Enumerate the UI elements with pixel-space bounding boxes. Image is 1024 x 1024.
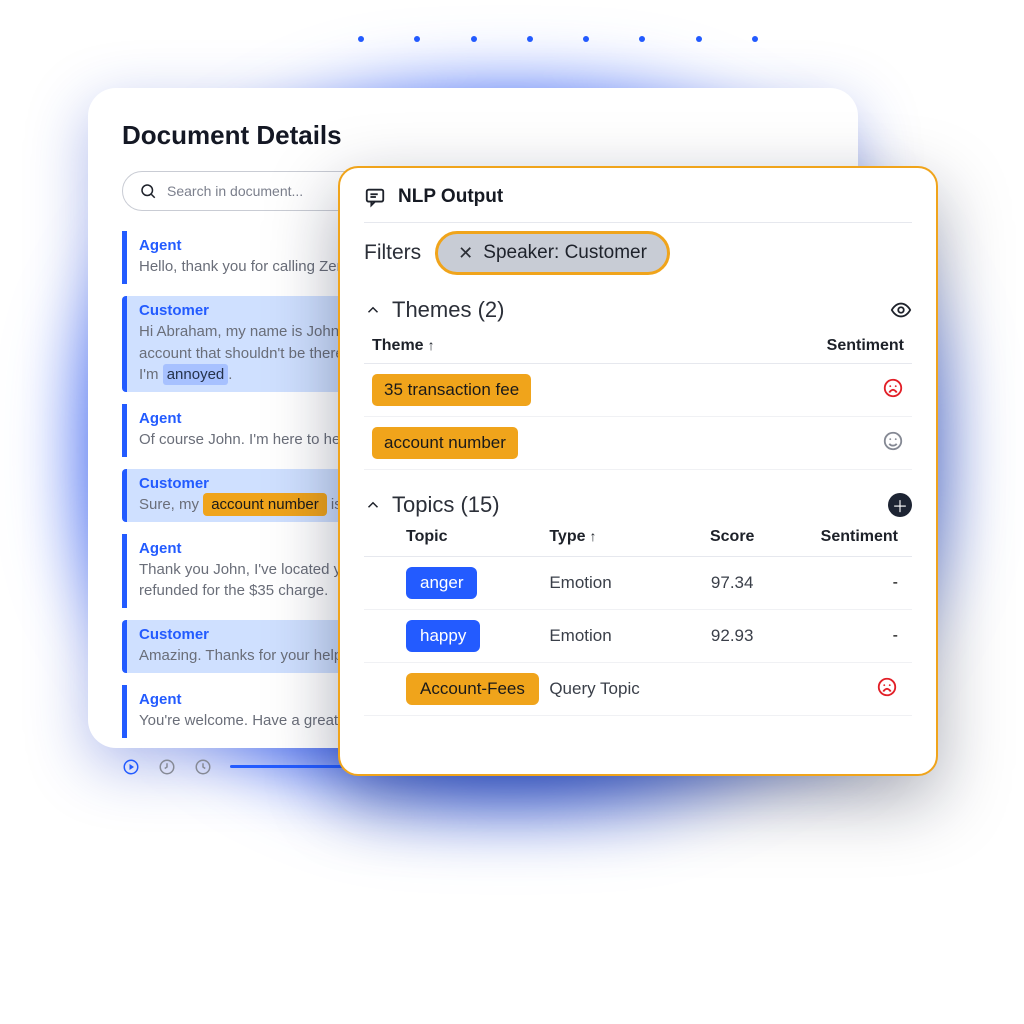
topic-sentiment: - [782, 574, 904, 592]
col-sentiment-header: Sentiment [782, 528, 904, 546]
themes-title: Themes (2) [392, 297, 504, 323]
topics-title: Topics (15) [392, 492, 500, 518]
sad-face-icon [876, 676, 898, 698]
col-sentiment-header: Sentiment [827, 337, 904, 355]
topics-toggle[interactable]: Topics (15) [364, 492, 500, 518]
highlighted-term: account number [203, 493, 327, 516]
topic-sentiment: - [782, 627, 904, 645]
sort-asc-icon: ↑ [589, 528, 596, 544]
topic-chip[interactable]: anger [406, 567, 477, 599]
search-icon [139, 182, 157, 200]
topic-chip[interactable]: happy [406, 620, 480, 652]
col-topic-header: Topic [372, 528, 549, 546]
theme-sentiment [882, 377, 904, 404]
col-score-header: Score [682, 528, 782, 546]
sad-face-icon [882, 377, 904, 399]
theme-chip[interactable]: account number [372, 427, 518, 459]
col-theme-header[interactable]: Theme↑ [372, 337, 435, 355]
page-title: Document Details [122, 120, 824, 151]
no-sentiment: - [893, 627, 898, 644]
highlighted-term: annoyed [163, 364, 229, 385]
topic-row[interactable]: anger Emotion97.34 - [364, 557, 912, 610]
rewind-icon[interactable] [158, 758, 176, 776]
filter-chip-speaker[interactable]: ✕ Speaker: Customer [435, 231, 670, 275]
topic-type: Emotion [549, 626, 682, 646]
topic-row[interactable]: Account-Fees Query Topic [364, 663, 912, 716]
topic-score: 97.34 [682, 573, 782, 593]
play-icon[interactable] [122, 758, 140, 776]
chevron-up-icon [364, 496, 382, 514]
topic-score: 92.93 [682, 626, 782, 646]
nlp-output-card: NLP Output Filters ✕ Speaker: Customer T… [338, 166, 938, 776]
nlp-title: NLP Output [398, 186, 503, 208]
eye-icon[interactable] [890, 299, 912, 321]
chat-icon [364, 186, 386, 208]
chevron-up-icon [364, 301, 382, 319]
filters-label: Filters [364, 241, 421, 265]
decorative-dots [358, 36, 758, 42]
themes-toggle[interactable]: Themes (2) [364, 297, 504, 323]
topic-row[interactable]: happy Emotion92.93 - [364, 610, 912, 663]
search-placeholder: Search in document... [167, 183, 303, 199]
topic-type: Emotion [549, 573, 682, 593]
themes-section: Themes (2) Theme↑ Sentiment 35 transacti… [364, 297, 912, 470]
theme-chip[interactable]: 35 transaction fee [372, 374, 531, 406]
no-sentiment: - [893, 574, 898, 591]
skip-icon[interactable] [194, 758, 212, 776]
topics-section: Topics (15) ＋ Topic Type↑ Score Sentimen… [364, 492, 912, 716]
topic-chip[interactable]: Account-Fees [406, 673, 539, 705]
close-icon[interactable]: ✕ [458, 243, 473, 264]
theme-row[interactable]: 35 transaction fee [364, 364, 912, 417]
theme-row[interactable]: account number [364, 417, 912, 470]
sort-asc-icon: ↑ [428, 337, 435, 353]
neutral-face-icon [882, 430, 904, 452]
filter-chip-text: Speaker: Customer [483, 242, 647, 264]
col-type-header[interactable]: Type↑ [549, 528, 682, 546]
theme-sentiment [882, 430, 904, 457]
add-topic-button[interactable]: ＋ [888, 493, 912, 517]
topic-sentiment [782, 676, 904, 703]
topic-type: Query Topic [549, 679, 682, 699]
